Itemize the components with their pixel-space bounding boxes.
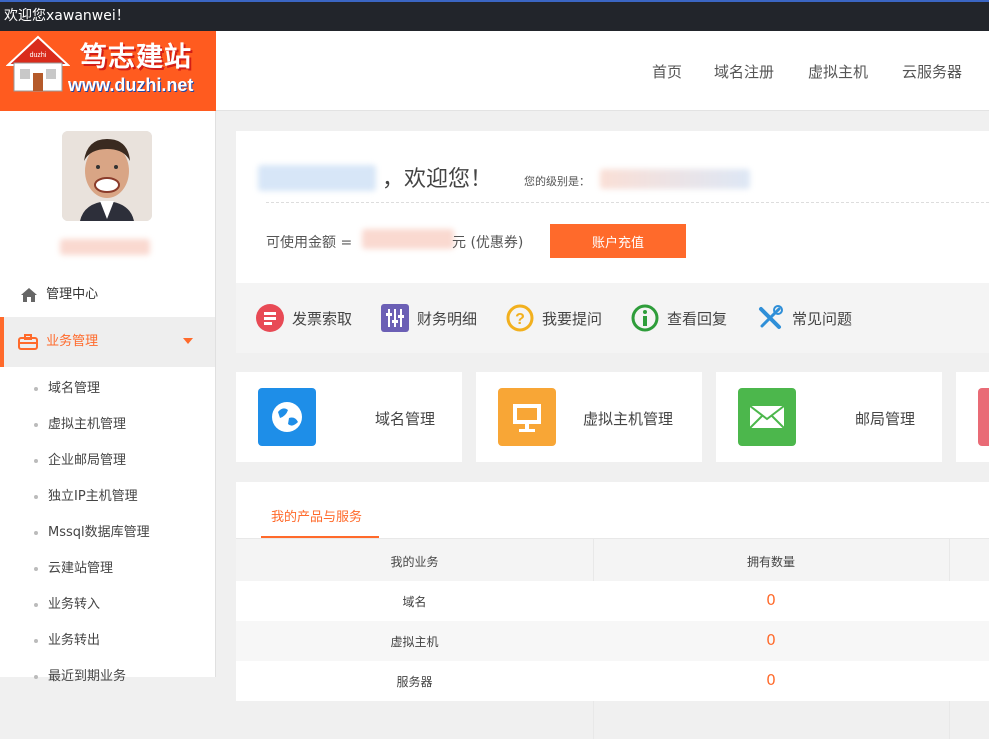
service-tile-domain[interactable]: 域名管理 xyxy=(236,372,462,462)
sidebar-item-transfer-in[interactable]: 业务转入 xyxy=(34,593,100,612)
monitor-icon xyxy=(498,388,556,446)
caret-down-icon xyxy=(183,338,193,344)
balance-label: 可使用金额 = xyxy=(266,235,353,251)
globe-icon xyxy=(258,388,316,446)
sidebar-item-vhost-manage[interactable]: 虚拟主机管理 xyxy=(34,413,126,432)
sidebar-item-domain-manage[interactable]: 域名管理 xyxy=(34,377,100,396)
info-icon xyxy=(631,304,659,332)
quick-ask[interactable]: ? 我要提问 xyxy=(506,304,602,332)
service-label: 虚拟主机管理 xyxy=(583,410,674,428)
table-row: 域名 0 xyxy=(236,581,989,621)
house-logo-icon: duzhi xyxy=(6,35,70,92)
home-icon xyxy=(21,287,37,302)
nav-cloud-server[interactable]: 云服务器 xyxy=(902,61,962,82)
question-icon: ? xyxy=(506,304,534,332)
sidebar-item-admin-center[interactable]: 管理中心 xyxy=(0,283,215,307)
quick-label: 发票索取 xyxy=(292,309,353,328)
sidebar-item-transfer-out[interactable]: 业务转出 xyxy=(34,629,100,648)
table-row: 虚拟主机 0 xyxy=(236,621,989,661)
quick-label: 查看回复 xyxy=(667,309,728,328)
avatar-photo xyxy=(62,131,152,221)
balance-suffix: 元 (优惠券) xyxy=(452,235,524,251)
service-tile-vhost[interactable]: 虚拟主机管理 xyxy=(476,372,702,462)
quick-links-bar: 发票索取 财务明细 ? 我要提问 查看回复 常见问题 xyxy=(236,283,989,353)
divider xyxy=(266,202,989,203)
welcome-text: 欢迎您xawanwei！ xyxy=(4,8,130,24)
business-name: 服务器 xyxy=(396,675,433,689)
sidebar-item-expiring[interactable]: 最近到期业务 xyxy=(34,665,126,684)
sidebar: 管理中心 业务管理 域名管理 虚拟主机管理 企业邮局管理 独立IP主机管理 Ms… xyxy=(0,111,216,684)
nav-domain-registration[interactable]: 域名注册 xyxy=(714,61,774,82)
table-header-row: 我的业务 拥有数量 xyxy=(236,539,989,739)
quick-label: 我要提问 xyxy=(542,309,603,328)
quick-label: 常见问题 xyxy=(792,309,853,328)
tools-icon xyxy=(759,305,783,329)
service-icon xyxy=(978,388,989,446)
quick-faq[interactable]: 常见问题 xyxy=(756,304,852,332)
service-label: 邮局管理 xyxy=(855,410,916,428)
products-panel: 我的产品与服务 我的业务 拥有数量 域名 0 虚拟主机 0 服务器 0 xyxy=(236,482,989,739)
briefcase-icon xyxy=(18,333,38,350)
business-count[interactable]: 0 xyxy=(593,591,949,609)
username-masked xyxy=(60,239,150,255)
business-name: 虚拟主机 xyxy=(390,635,439,649)
nav-virtual-host[interactable]: 虚拟主机 xyxy=(808,61,868,82)
quick-invoice[interactable]: 发票索取 xyxy=(256,304,352,332)
sidebar-item-business[interactable]: 业务管理 xyxy=(0,317,215,367)
business-name: 域名 xyxy=(402,595,427,609)
brand-url: www.duzhi.net xyxy=(68,75,194,95)
invoice-icon xyxy=(256,304,284,332)
balance-masked xyxy=(362,229,454,249)
level-masked xyxy=(600,169,750,189)
header-nav: 首页 域名注册 虚拟主机 云服务器 xyxy=(216,31,989,111)
service-tile-partial[interactable] xyxy=(956,372,989,462)
sidebar-item-label: 管理中心 xyxy=(46,287,99,302)
account-card: ，欢迎您！ 您的级别是： 可使用金额 = 元 (优惠券) 账户充值 xyxy=(236,131,989,283)
envelope-icon xyxy=(738,388,796,446)
sidebar-item-cloudsite-manage[interactable]: 云建站管理 xyxy=(34,557,113,576)
quick-finance[interactable]: 财务明细 xyxy=(381,304,477,332)
column-header: 拥有数量 xyxy=(746,555,795,569)
business-count[interactable]: 0 xyxy=(593,671,949,689)
level-label: 您的级别是： xyxy=(524,175,590,188)
tab-my-products[interactable]: 我的产品与服务 xyxy=(261,482,379,538)
business-count[interactable]: 0 xyxy=(593,631,949,649)
avatar[interactable] xyxy=(62,131,152,221)
recharge-button[interactable]: 账户充值 xyxy=(550,224,686,258)
sidebar-item-ip-host-manage[interactable]: 独立IP主机管理 xyxy=(34,485,138,504)
sidebar-item-label: 业务管理 xyxy=(46,334,99,349)
sidebar-item-mssql-manage[interactable]: Mssql数据库管理 xyxy=(34,521,150,540)
table-row: 服务器 0 xyxy=(236,661,989,701)
username-masked xyxy=(258,165,376,191)
quick-label: 财务明细 xyxy=(417,309,478,328)
svg-text:duzhi: duzhi xyxy=(30,52,47,59)
svg-text:?: ? xyxy=(515,311,525,328)
nav-home[interactable]: 首页 xyxy=(652,61,682,82)
sidebar-item-mail-manage[interactable]: 企业邮局管理 xyxy=(34,449,126,468)
quick-reply[interactable]: 查看回复 xyxy=(631,304,727,332)
brand-name: 笃志建站 xyxy=(80,42,192,73)
top-bar: 欢迎您xawanwei！ xyxy=(0,0,989,31)
service-label: 域名管理 xyxy=(375,410,436,428)
tab-label: 我的产品与服务 xyxy=(271,510,363,525)
service-tile-mail[interactable]: 邮局管理 xyxy=(716,372,942,462)
column-header: 我的业务 xyxy=(390,555,439,569)
welcome-heading: ，欢迎您！ xyxy=(382,167,493,192)
sliders-icon xyxy=(381,304,409,332)
logo[interactable]: duzhi 笃志建站 www.duzhi.net xyxy=(0,31,216,111)
